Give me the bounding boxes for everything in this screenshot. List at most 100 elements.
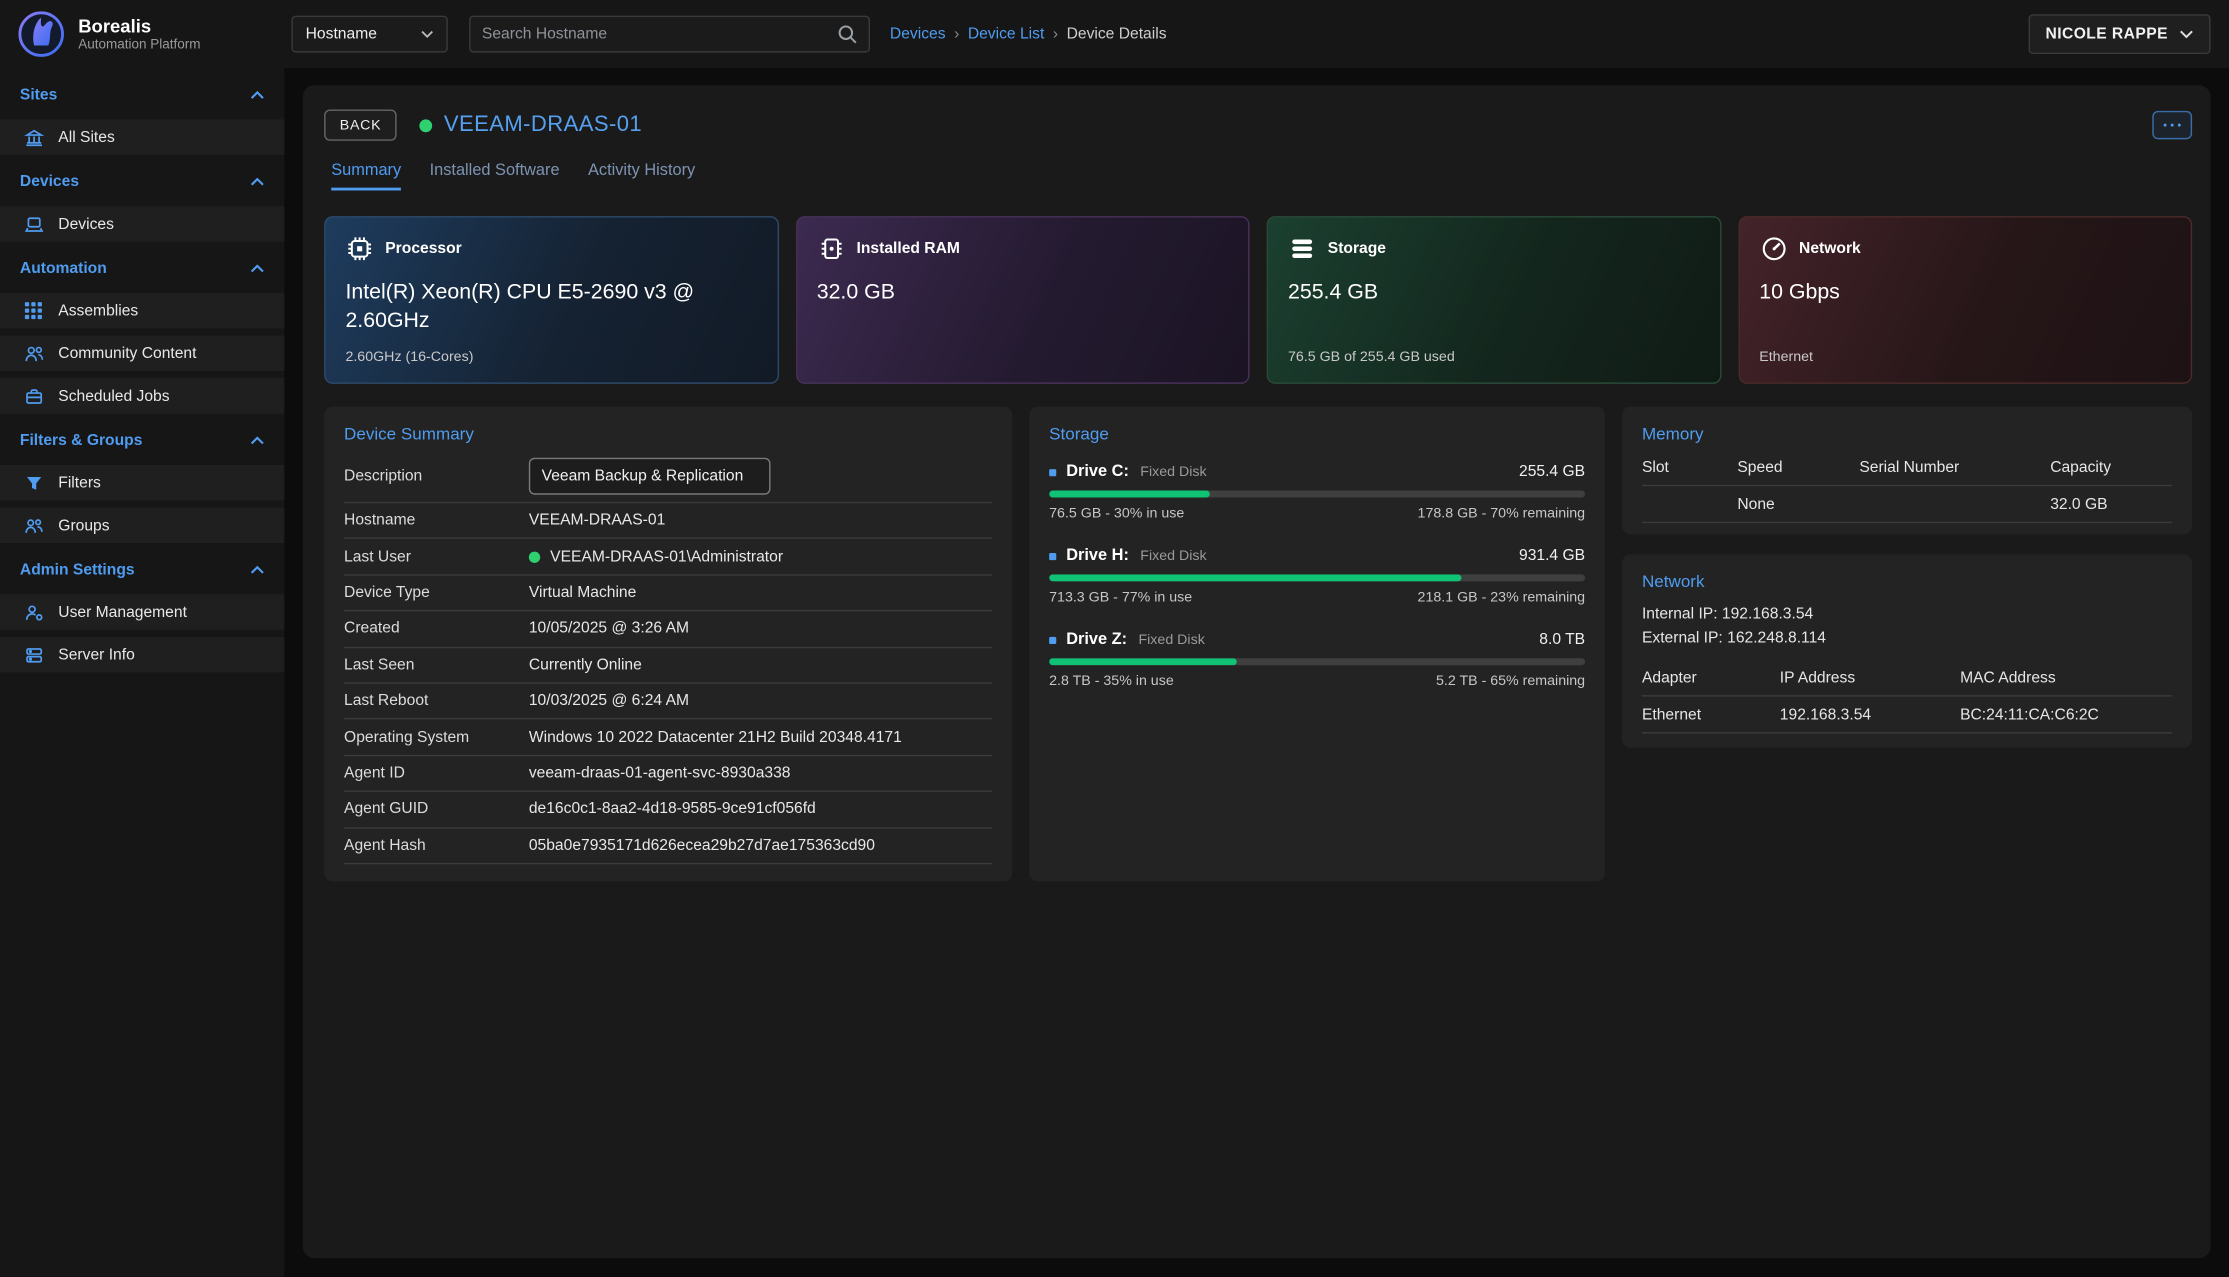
ram-icon	[817, 235, 845, 263]
network-value: 10 Gbps	[1759, 279, 2171, 308]
card-label: Installed RAM	[857, 240, 960, 257]
drive-usage-bar	[1049, 658, 1585, 665]
summary-row-last-seen: Last Seen Currently Online	[344, 648, 992, 684]
drive-bullet-icon	[1049, 468, 1056, 475]
card-label: Network	[1799, 240, 1861, 257]
sidebar-section-devices[interactable]: Devices	[0, 168, 284, 196]
installed-ram-card: Installed RAM 32.0 GB	[795, 216, 1249, 384]
drive-row-c: Drive C: Fixed Disk 255.4 GB 76.5 GB - 3…	[1049, 463, 1585, 521]
chevron-down-icon	[421, 30, 434, 39]
drive-usage-bar	[1049, 490, 1585, 497]
right-column: Memory Slot Speed Serial Number Capacity…	[1622, 407, 2192, 748]
user-menu-button[interactable]: NICOLE RAPPE	[2028, 14, 2210, 54]
processor-value: Intel(R) Xeon(R) CPU E5-2690 v3 @ 2.60GH…	[345, 279, 757, 337]
breadcrumb-device-list[interactable]: Device List	[968, 26, 1044, 43]
search-input[interactable]	[482, 26, 837, 43]
summary-row-last-reboot: Last Reboot 10/03/2025 @ 6:24 AM	[344, 684, 992, 720]
brand: Borealis Automation Platform	[0, 10, 284, 58]
summary-row-agent-guid: Agent GUID de16c0c1-8aa2-4d18-9585-9ce91…	[344, 792, 992, 828]
sidebar-item-assemblies[interactable]: Assemblies	[0, 293, 284, 329]
ip-addresses: Internal IP: 192.168.3.54 External IP: 1…	[1622, 597, 2192, 660]
network-table-row: Ethernet 192.168.3.54 BC:24:11:CA:C6:2C	[1642, 697, 2172, 734]
processor-sub: 2.60GHz (16-Cores)	[345, 350, 757, 366]
people-icon	[23, 515, 44, 535]
network-panel: Network Internal IP: 192.168.3.54 Extern…	[1622, 554, 2192, 747]
search-box	[469, 16, 870, 53]
tab-installed-software[interactable]: Installed Software	[430, 162, 560, 190]
grid-icon	[23, 301, 44, 319]
summary-row-device-type: Device Type Virtual Machine	[344, 575, 992, 611]
tab-activity-history[interactable]: Activity History	[588, 162, 695, 190]
online-status-icon	[420, 119, 433, 132]
tab-summary[interactable]: Summary	[331, 162, 401, 190]
device-summary-panel: Device Summary Description Hostname VEEA…	[324, 407, 1012, 882]
sidebar-item-server-info[interactable]: Server Info	[0, 637, 284, 673]
topbar: Borealis Automation Platform Hostname De…	[0, 0, 2229, 68]
sidebar-item-filters[interactable]: Filters	[0, 465, 284, 501]
description-input[interactable]	[529, 457, 771, 494]
sidebar-section-sites[interactable]: Sites	[0, 81, 284, 109]
building-icon	[23, 127, 44, 147]
brand-name: Borealis	[78, 15, 200, 37]
brand-tagline: Automation Platform	[78, 37, 200, 53]
device-details-panel: BACK VEEAM-DRAAS-01 Summary Installed So…	[303, 85, 2211, 1258]
disk-stack-icon	[1288, 235, 1316, 263]
app-viewport: Borealis Automation Platform Hostname De…	[0, 0, 2229, 1277]
device-title: VEEAM-DRAAS-01	[444, 112, 642, 138]
drive-bullet-icon	[1049, 552, 1056, 559]
drive-row-z: Drive Z: Fixed Disk 8.0 TB 2.8 TB - 35% …	[1049, 631, 1585, 689]
sidebar-item-scheduled-jobs[interactable]: Scheduled Jobs	[0, 378, 284, 414]
breadcrumb-separator: ›	[954, 26, 959, 43]
external-ip: External IP: 162.248.8.114	[1642, 627, 2172, 651]
summary-row-hostname: Hostname VEEAM-DRAAS-01	[344, 503, 992, 539]
breadcrumb: Devices › Device List › Device Details	[890, 26, 1167, 43]
chevron-up-icon	[250, 436, 264, 445]
user-gear-icon	[23, 602, 44, 622]
sidebar: Sites All Sites Devices Devices Automati…	[0, 68, 284, 1276]
device-header: BACK VEEAM-DRAAS-01	[324, 104, 2192, 147]
memory-table-row: None 32.0 GB	[1642, 486, 2172, 523]
sidebar-item-user-management[interactable]: User Management	[0, 594, 284, 630]
breadcrumb-devices[interactable]: Devices	[890, 26, 946, 43]
search-field-dropdown[interactable]: Hostname	[291, 16, 447, 53]
gauge-icon	[1759, 235, 1787, 263]
sidebar-item-all-sites[interactable]: All Sites	[0, 119, 284, 155]
summary-row-agent-id: Agent ID veeam-draas-01-agent-svc-8930a3…	[344, 756, 992, 792]
sidebar-item-devices[interactable]: Devices	[0, 206, 284, 242]
ram-value: 32.0 GB	[817, 279, 1229, 308]
sidebar-section-filters-groups[interactable]: Filters & Groups	[0, 426, 284, 454]
sidebar-section-admin-settings[interactable]: Admin Settings	[0, 556, 284, 584]
online-status-icon	[529, 551, 540, 562]
network-table-header: Adapter IP Address MAC Address	[1642, 660, 2172, 697]
summary-row-created: Created 10/05/2025 @ 3:26 AM	[344, 612, 992, 648]
people-icon	[23, 343, 44, 363]
server-icon	[23, 645, 44, 665]
memory-table-header: Slot Speed Serial Number Capacity	[1642, 449, 2172, 486]
briefcase-icon	[23, 386, 44, 406]
search-icon[interactable]	[837, 24, 857, 44]
content-area: BACK VEEAM-DRAAS-01 Summary Installed So…	[284, 68, 2229, 1276]
summary-row-last-user: Last User VEEAM-DRAAS-01\Administrator	[344, 539, 992, 575]
breadcrumb-current: Device Details	[1067, 26, 1167, 43]
summary-row-operating-system: Operating System Windows 10 2022 Datacen…	[344, 720, 992, 756]
drive-row-h: Drive H: Fixed Disk 931.4 GB 713.3 GB - …	[1049, 547, 1585, 605]
panel-title: Memory	[1622, 407, 2192, 450]
internal-ip: Internal IP: 192.168.3.54	[1642, 603, 2172, 627]
chevron-up-icon	[250, 566, 264, 575]
card-label: Processor	[385, 240, 461, 257]
chevron-up-icon	[250, 91, 264, 100]
chevron-down-icon	[2179, 30, 2193, 39]
chevron-up-icon	[250, 264, 264, 273]
storage-value: 255.4 GB	[1288, 279, 1700, 308]
sidebar-section-automation[interactable]: Automation	[0, 254, 284, 282]
more-options-button[interactable]	[2152, 111, 2192, 139]
sidebar-item-groups[interactable]: Groups	[0, 508, 284, 544]
back-button[interactable]: BACK	[324, 109, 397, 140]
processor-card: Processor Intel(R) Xeon(R) CPU E5-2690 v…	[324, 216, 778, 384]
sidebar-item-community-content[interactable]: Community Content	[0, 335, 284, 371]
cpu-icon	[345, 235, 373, 263]
drive-usage-bar	[1049, 574, 1585, 581]
storage-card: Storage 255.4 GB 76.5 GB of 255.4 GB use…	[1267, 216, 1721, 384]
panel-title: Network	[1622, 554, 2192, 597]
search-field-dropdown-value: Hostname	[306, 26, 377, 43]
